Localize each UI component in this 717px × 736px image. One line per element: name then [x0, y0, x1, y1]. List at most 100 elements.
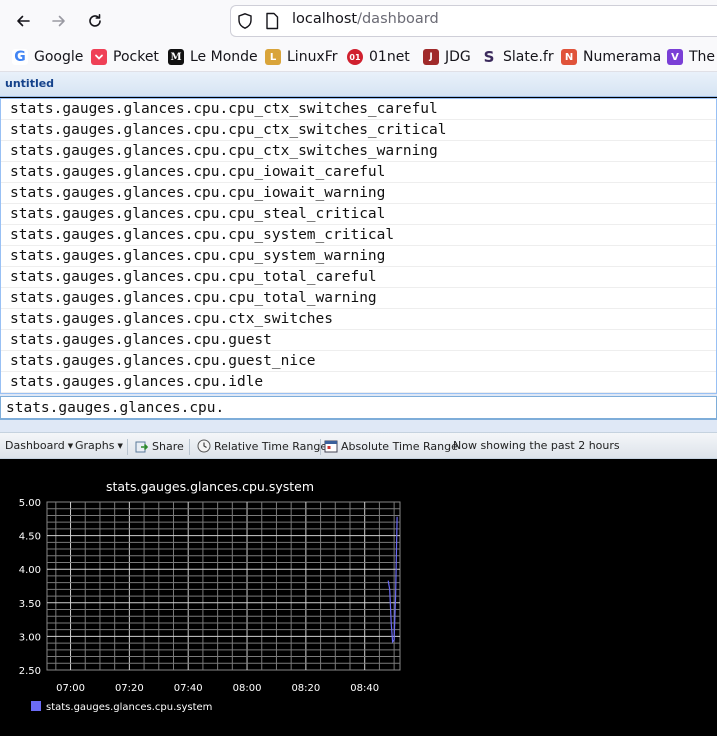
graphs-menu-button[interactable]: Graphs ▼: [75, 439, 123, 452]
chart-title: stats.gauges.glances.cpu.system: [106, 479, 314, 494]
y-tick-label: 4.00: [19, 565, 41, 576]
clock-icon: [197, 439, 211, 453]
share-label: Share: [152, 439, 184, 453]
y-tick-label: 2.50: [19, 666, 41, 677]
forward-button[interactable]: [47, 9, 71, 33]
relative-time-range-button[interactable]: Relative Time Range: [197, 439, 327, 453]
url-host: localhost: [292, 11, 358, 27]
toolbar-separator: [320, 439, 321, 455]
bookmark-slate[interactable]: S Slate.fr: [481, 47, 554, 67]
calendar-icon: [324, 440, 338, 453]
bookmark-numerama[interactable]: N Numerama: [561, 47, 661, 67]
lemonde-icon: M: [168, 49, 184, 65]
metric-path-input-box[interactable]: [0, 396, 717, 420]
linuxfr-icon: L: [265, 49, 281, 65]
completion-item[interactable]: stats.gauges.glances.cpu.cpu_system_crit…: [1, 225, 716, 246]
completion-item[interactable]: stats.gauges.glances.cpu.cpu_iowait_warn…: [1, 183, 716, 204]
page-info-icon[interactable]: [264, 12, 280, 30]
x-tick-label: 07:00: [56, 683, 85, 694]
x-tick-label: 08:20: [291, 683, 320, 694]
divider: [0, 420, 717, 432]
url-path: /dashboard: [357, 11, 439, 27]
pocket-icon: [91, 49, 107, 65]
completion-item[interactable]: stats.gauges.glances.cpu.cpu_total_caref…: [1, 267, 716, 288]
dropdown-arrow-icon: ▼: [117, 441, 123, 450]
reload-icon: [89, 14, 101, 27]
completion-item[interactable]: stats.gauges.glances.cpu.idle: [1, 372, 716, 393]
time-range-status: Now showing the past 2 hours: [453, 439, 620, 452]
absolute-time-range-label: Absolute Time Range: [341, 439, 458, 453]
back-arrow-icon: [17, 15, 30, 27]
bookmark-label: JDG: [445, 49, 471, 65]
x-tick-label: 07:20: [115, 683, 144, 694]
cpu-system-chart[interactable]: stats.gauges.glances.cpu.system 2.50 3.00…: [0, 460, 420, 730]
dashboard-menu-label: Dashboard: [5, 439, 65, 452]
bookmark-label: Le Monde: [190, 49, 258, 65]
dashboard-title-bar: untitled: [0, 72, 717, 97]
completion-list[interactable]: stats.gauges.glances.cpu.cpu_ctx_switche…: [0, 98, 717, 394]
toolbar-separator: [189, 439, 190, 455]
bookmark-label: Pocket: [113, 49, 159, 65]
reload-button[interactable]: [83, 9, 107, 33]
bookmark-theverge[interactable]: V The V: [667, 47, 717, 67]
url-text[interactable]: localhost/dashboard: [292, 11, 439, 27]
share-icon: [135, 441, 149, 453]
completion-item[interactable]: stats.gauges.glances.cpu.ctx_switches: [1, 309, 716, 330]
dashboard-menu-button[interactable]: Dashboard ▼: [5, 439, 73, 452]
theverge-icon: V: [667, 49, 683, 65]
shield-icon[interactable]: [236, 12, 254, 30]
x-tick-label: 08:00: [233, 683, 262, 694]
x-tick-label: 08:40: [350, 683, 379, 694]
share-button[interactable]: Share: [135, 439, 184, 453]
toolbar-separator: [127, 439, 128, 455]
bookmark-pocket[interactable]: Pocket: [91, 47, 159, 67]
browser-toolbar: localhost/dashboard: [0, 0, 717, 42]
01net-icon: 01: [347, 49, 363, 65]
bookmark-label: The V: [689, 49, 717, 65]
bookmark-label: Slate.fr: [503, 49, 554, 65]
bookmark-linuxfr[interactable]: L LinuxFr: [265, 47, 338, 67]
completion-item[interactable]: stats.gauges.glances.cpu.guest_nice: [1, 351, 716, 372]
dashboard-toolbar: Dashboard ▼ Graphs ▼ Share Relative Time…: [0, 432, 717, 459]
bookmark-google[interactable]: G Google: [12, 47, 83, 67]
bookmark-label: Google: [34, 49, 84, 65]
bookmark-label: LinuxFr: [287, 49, 338, 65]
jdg-icon: J: [423, 49, 439, 65]
y-tick-label: 4.50: [19, 532, 41, 543]
absolute-time-range-button[interactable]: Absolute Time Range: [324, 439, 458, 453]
y-tick-label: 5.00: [19, 498, 41, 509]
google-icon: G: [12, 49, 28, 65]
bookmark-label: 01net: [369, 49, 410, 65]
legend-swatch: [31, 701, 41, 711]
time-range-status-text: Now showing the past 2 hours: [453, 439, 620, 452]
numerama-icon: N: [561, 49, 577, 65]
x-axis-ticks: 07:00 07:20 07:40 08:00 08:20 08:40: [56, 683, 379, 694]
bookmarks-bar: G Google Pocket M Le Monde L LinuxFr 01 …: [0, 42, 717, 72]
bookmark-lemonde[interactable]: M Le Monde: [168, 47, 258, 67]
completion-item[interactable]: stats.gauges.glances.cpu.cpu_steal_criti…: [1, 204, 716, 225]
graph-panel: stats.gauges.glances.cpu.system 2.50 3.00…: [0, 460, 717, 736]
vertical-gridlines: [55, 502, 395, 670]
completion-item[interactable]: stats.gauges.glances.cpu.cpu_ctx_switche…: [1, 99, 716, 120]
relative-time-range-label: Relative Time Range: [214, 439, 328, 453]
completion-item[interactable]: stats.gauges.glances.cpu.cpu_iowait_care…: [1, 162, 716, 183]
y-axis-ticks: 2.50 3.00 3.50 4.00 4.50 5.00: [19, 498, 41, 677]
completion-item[interactable]: stats.gauges.glances.cpu.cpu_system_warn…: [1, 246, 716, 267]
completion-item[interactable]: stats.gauges.glances.cpu.cpu_total_warni…: [1, 288, 716, 309]
slate-icon: S: [483, 48, 495, 66]
metric-path-input[interactable]: [1, 397, 716, 418]
y-tick-label: 3.50: [19, 599, 41, 610]
graphs-menu-label: Graphs: [75, 439, 115, 452]
completion-item[interactable]: stats.gauges.glances.cpu.guest: [1, 330, 716, 351]
legend-label: stats.gauges.glances.cpu.system: [46, 702, 212, 713]
completion-item[interactable]: stats.gauges.glances.cpu.cpu_ctx_switche…: [1, 120, 716, 141]
bookmark-01net[interactable]: 01 01net: [347, 47, 410, 67]
completion-item[interactable]: stats.gauges.glances.cpu.cpu_ctx_switche…: [1, 141, 716, 162]
x-tick-label: 07:40: [174, 683, 203, 694]
bookmark-label: Numerama: [583, 49, 662, 65]
y-tick-label: 3.00: [19, 632, 41, 643]
bookmark-jdg[interactable]: J JDG: [423, 47, 471, 67]
dashboard-title: untitled: [5, 77, 55, 90]
back-button[interactable]: [11, 9, 35, 33]
forward-arrow-icon: [52, 15, 65, 27]
